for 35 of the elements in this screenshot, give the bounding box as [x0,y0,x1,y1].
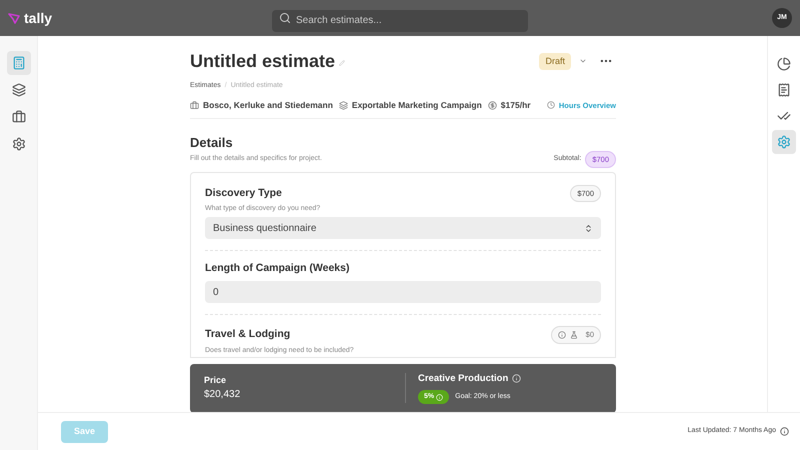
briefcase-icon [12,110,26,124]
logo-icon [8,12,20,24]
price-value: $20,432 [204,388,242,402]
field-label: Length of Campaign (Weeks) [205,262,350,276]
info-icon [558,330,566,339]
meta-text: Bosco, Kerluke and Stiedemann [203,99,333,112]
estimate-title: Untitled estimate [190,50,336,72]
input-field[interactable]: 0 [205,281,601,304]
flask-icon [570,330,578,339]
double-check-icon [777,109,791,123]
info-icon[interactable] [780,427,789,436]
settings-icon [12,137,26,151]
up-down-chevron-icon [584,224,593,233]
meta-text: $175/hr [500,99,531,112]
briefcase-icon [190,100,199,110]
dollar-icon [488,100,497,110]
info-icon [436,394,444,401]
layers-icon [12,83,26,97]
price-label: Price [204,374,228,387]
receipt-icon [777,83,791,97]
field-label: Discovery Type [205,187,282,200]
status-badge[interactable]: Draft [539,52,571,70]
logo-text: tally [24,11,52,25]
settings-icon [777,135,791,149]
search-field[interactable]: Search estimates... [272,10,528,32]
category-label: Creative Production [418,372,508,386]
layers-icon [338,100,348,110]
field-label: Travel & Lodging [205,328,290,342]
clock-icon [546,101,555,110]
calculator-icon [12,56,26,70]
discovery-select[interactable]: Business questionnaire [205,217,601,240]
pie-chart-icon [777,57,791,71]
section-heading: Details [190,134,234,151]
search-icon [279,12,291,24]
meta-text: Exportable Marketing Campaign [352,99,482,112]
